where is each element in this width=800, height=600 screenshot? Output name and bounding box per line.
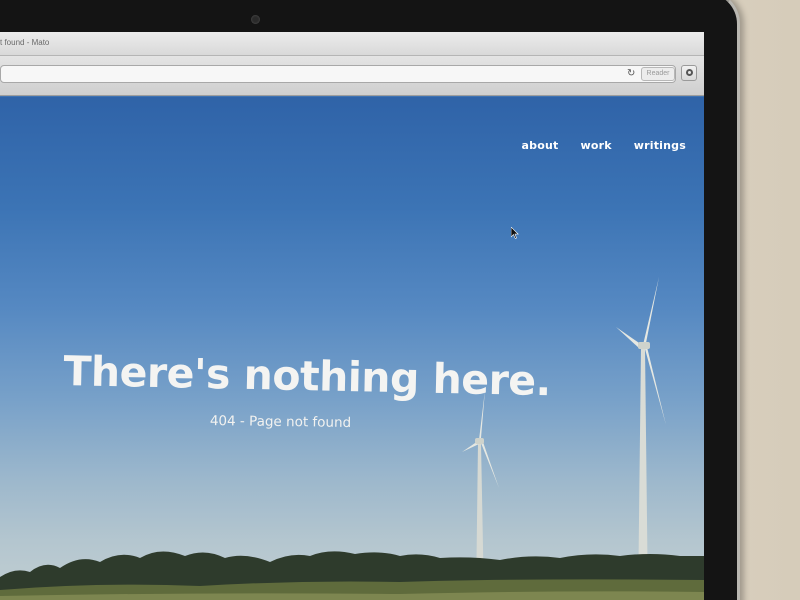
laptop-screen: t found - Mato ↻ Reader about work writi… <box>0 32 704 600</box>
browser-toolbar: ↻ Reader <box>0 56 704 96</box>
reload-icon[interactable]: ↻ <box>627 68 639 80</box>
site-nav: about work writings <box>522 139 686 152</box>
reader-button[interactable]: Reader <box>641 67 675 81</box>
error-subtitle: 404 - Page not found <box>209 413 352 431</box>
window-title: t found - Mato <box>0 38 50 47</box>
cursor-icon <box>511 227 519 239</box>
address-bar[interactable]: ↻ Reader <box>0 65 676 83</box>
landscape-treeline <box>0 551 704 600</box>
browser-titlebar: t found - Mato <box>0 32 704 56</box>
web-page: about work writings There's nothing here… <box>0 97 704 600</box>
camera-icon <box>251 15 260 24</box>
nav-writings[interactable]: writings <box>634 139 686 152</box>
nav-work[interactable]: work <box>580 139 611 152</box>
gear-icon[interactable] <box>681 65 697 81</box>
nav-about[interactable]: about <box>522 139 559 152</box>
